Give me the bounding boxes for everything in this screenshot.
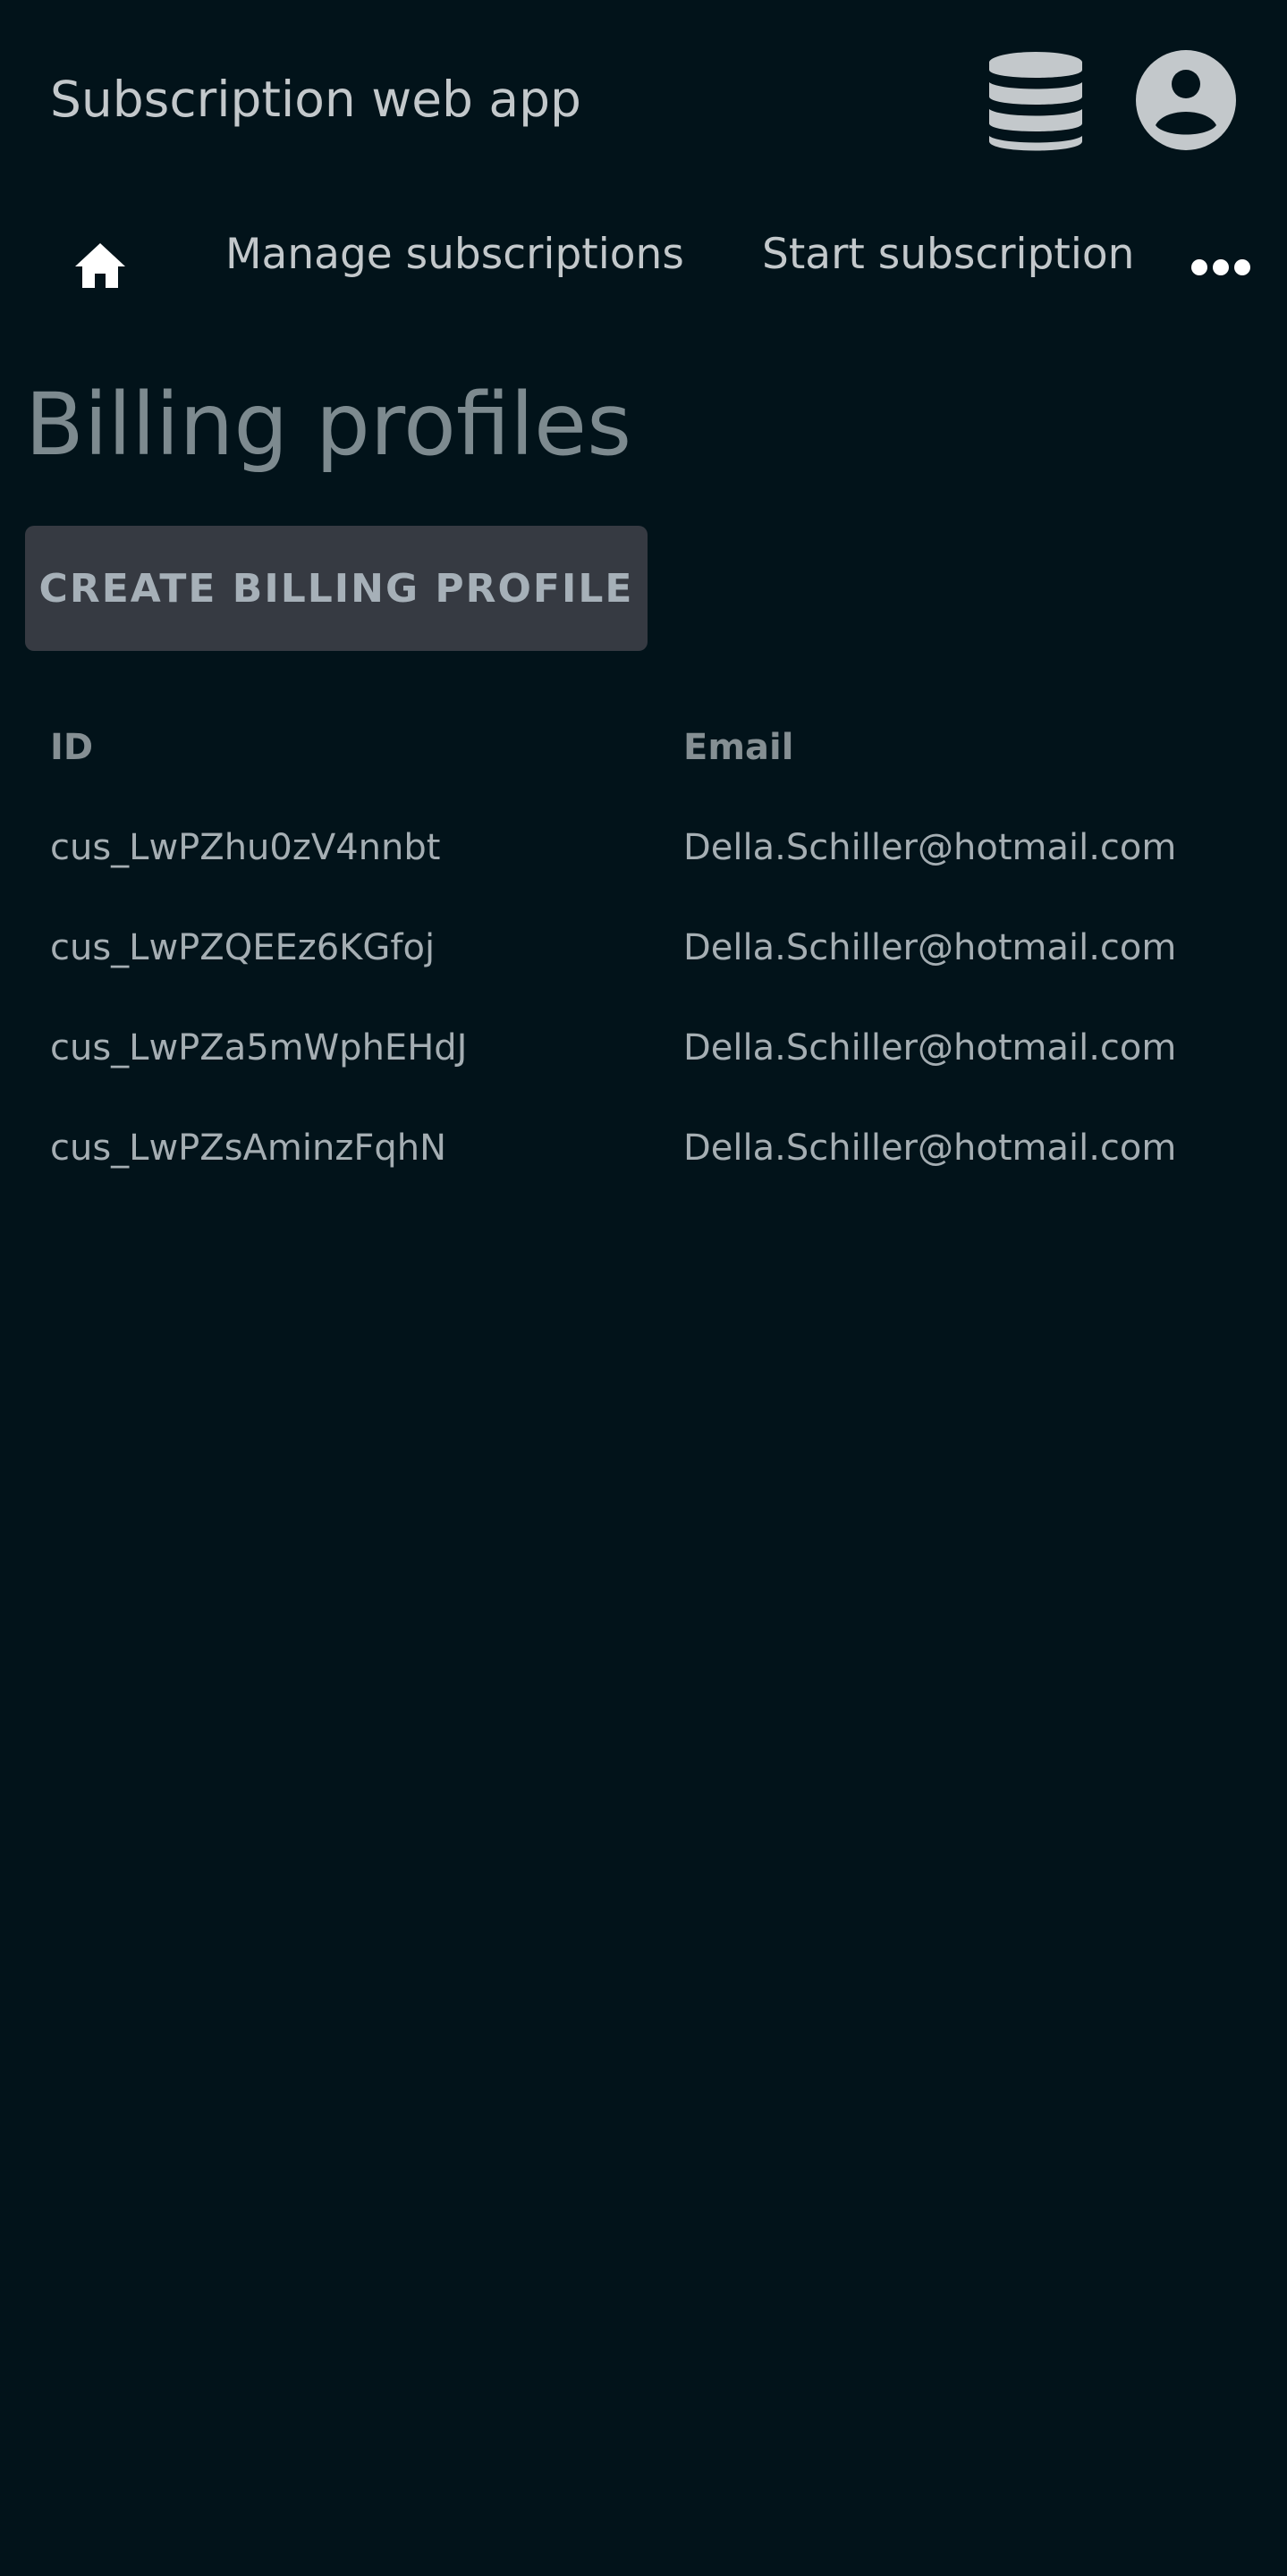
nav-manage-subscriptions[interactable]: Manage subscriptions xyxy=(225,225,684,284)
page-title: Billing profiles xyxy=(25,375,632,475)
table-row[interactable]: cus_LwPZa5mWphEHdJ Della.Schiller@hotmai… xyxy=(0,998,1287,1098)
cell-id: cus_LwPZQEEz6KGfoj xyxy=(50,927,436,968)
table-header-row: ID Email xyxy=(0,697,1287,798)
app-header: Subscription web app xyxy=(0,0,1287,198)
cell-id: cus_LwPZa5mWphEHdJ xyxy=(50,1027,468,1068)
cell-email: Della.Schiller@hotmail.com xyxy=(683,827,1177,868)
create-billing-profile-button[interactable]: CREATE BILLING PROFILE xyxy=(25,526,648,651)
home-icon xyxy=(75,243,125,288)
table-row[interactable]: cus_LwPZQEEz6KGfoj Della.Schiller@hotmai… xyxy=(0,898,1287,998)
nav-more-button[interactable] xyxy=(1190,252,1252,283)
create-billing-profile-label: CREATE BILLING PROFILE xyxy=(38,565,634,612)
more-horizontal-icon xyxy=(1191,259,1250,275)
column-header-id: ID xyxy=(50,727,94,768)
cell-id: cus_LwPZsAminzFqhN xyxy=(50,1128,447,1169)
cell-id: cus_LwPZhu0zV4nnbt xyxy=(50,827,441,868)
database-button[interactable] xyxy=(986,46,1086,156)
main-nav: Manage subscriptions Start subscription xyxy=(0,198,1287,315)
cell-email: Della.Schiller@hotmail.com xyxy=(683,927,1177,968)
column-header-email: Email xyxy=(683,727,794,768)
table-row[interactable]: cus_LwPZsAminzFqhN Della.Schiller@hotmai… xyxy=(0,1098,1287,1198)
table-row[interactable]: cus_LwPZhu0zV4nnbt Della.Schiller@hotmai… xyxy=(0,798,1287,898)
nav-start-subscription[interactable]: Start subscription xyxy=(762,225,1134,284)
cell-email: Della.Schiller@hotmail.com xyxy=(683,1027,1177,1068)
app-title: Subscription web app xyxy=(50,71,581,128)
account-circle-icon xyxy=(1136,50,1236,150)
database-icon xyxy=(989,52,1082,151)
cell-email: Della.Schiller@hotmail.com xyxy=(683,1128,1177,1169)
account-button[interactable] xyxy=(1134,48,1238,152)
nav-home[interactable] xyxy=(68,234,132,299)
billing-profiles-table: ID Email cus_LwPZhu0zV4nnbt Della.Schill… xyxy=(0,697,1287,1198)
